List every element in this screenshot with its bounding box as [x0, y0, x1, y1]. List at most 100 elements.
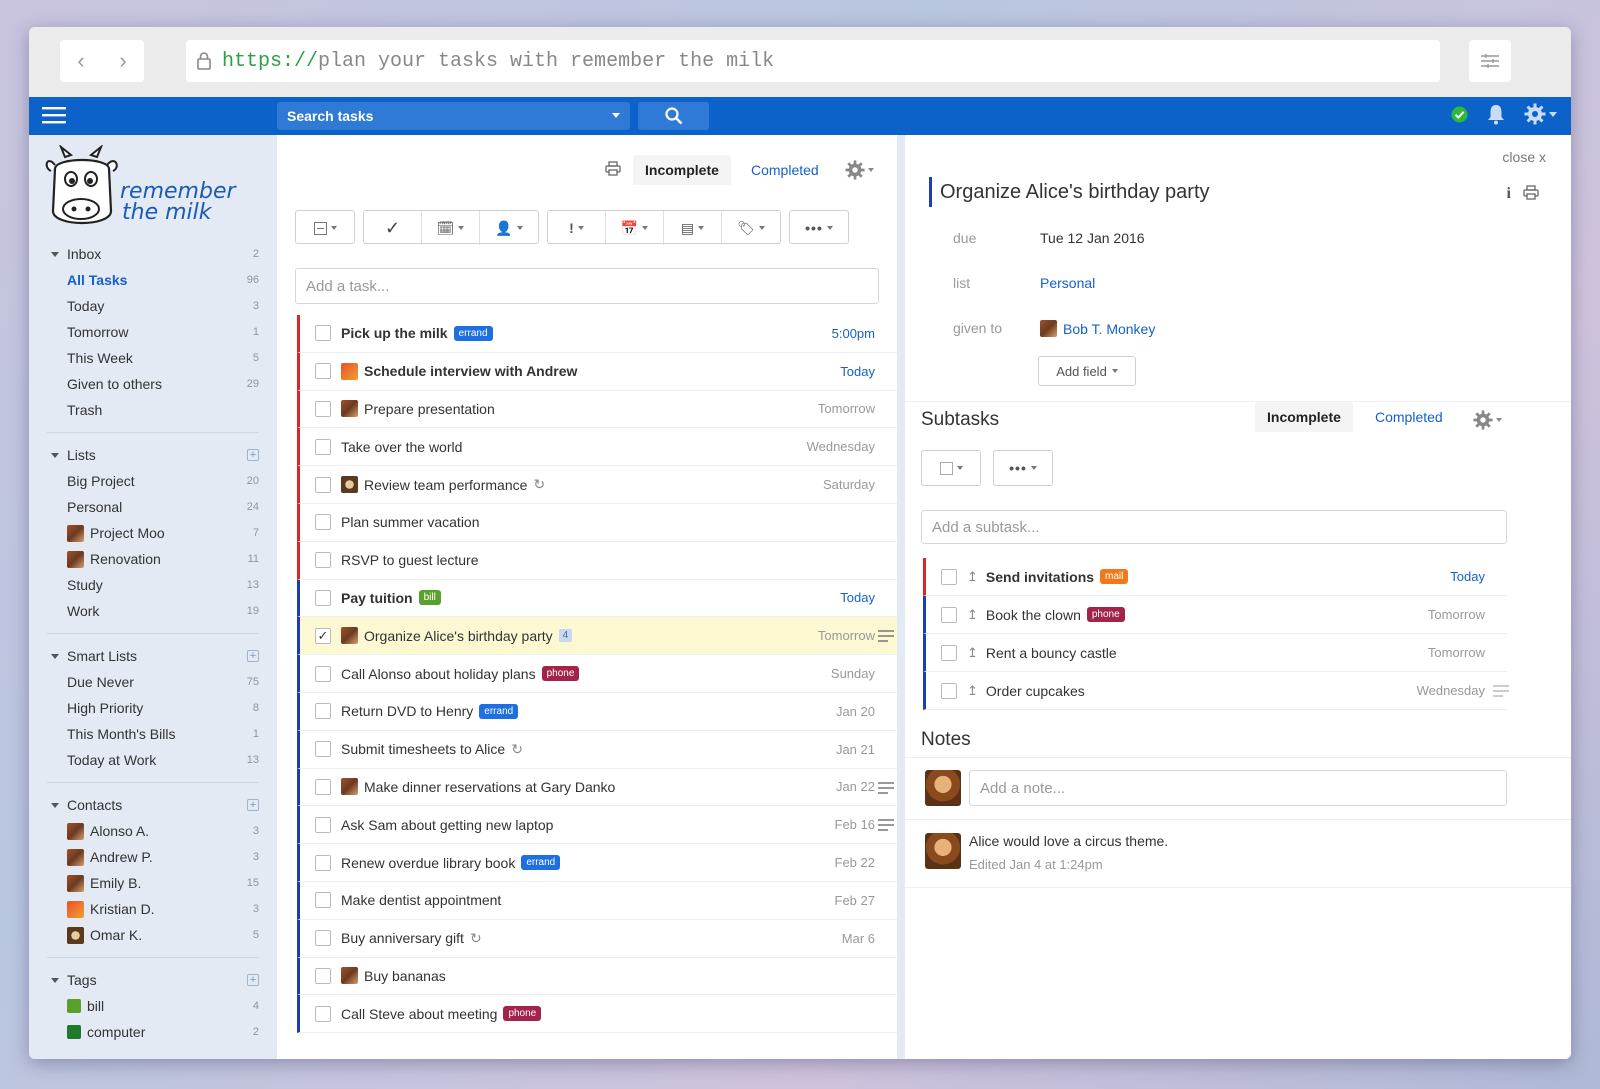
- task-tag[interactable]: errand: [521, 855, 561, 871]
- tab-completed[interactable]: Completed: [739, 155, 831, 185]
- forward-icon[interactable]: ›: [102, 40, 144, 82]
- sidebar-item-study[interactable]: Study 13: [47, 572, 259, 598]
- sidebar-item-personal[interactable]: Personal 24: [47, 494, 259, 520]
- add-task-input[interactable]: Add a task...: [295, 268, 879, 304]
- task-row[interactable]: Call Steve about meeting phone: [297, 995, 897, 1034]
- task-checkbox[interactable]: [315, 892, 331, 909]
- task-checkbox[interactable]: [315, 930, 331, 947]
- task-checkbox[interactable]: [315, 363, 331, 380]
- subtab-incomplete[interactable]: Incomplete: [1255, 402, 1353, 432]
- sidebar-item-contact-andrew[interactable]: Andrew P. 3: [47, 844, 259, 870]
- task-checkbox[interactable]: [315, 778, 331, 795]
- field-given-to[interactable]: given to Bob T. Monkey: [953, 320, 1155, 337]
- sidebar-item-project-moo[interactable]: Project Moo 7: [47, 520, 259, 546]
- task-checkbox[interactable]: [315, 400, 331, 417]
- subtask-row[interactable]: ↥ Send invitations mail Today: [923, 558, 1507, 596]
- add-subtask-input[interactable]: Add a subtask...: [921, 510, 1507, 544]
- task-tag[interactable]: errand: [453, 325, 493, 341]
- task-tag[interactable]: phone: [541, 666, 580, 682]
- task-row[interactable]: Pay tuition bill Today: [297, 579, 897, 618]
- subtask-row[interactable]: ↥ Rent a bouncy castle Tomorrow: [923, 634, 1507, 672]
- task-checkbox[interactable]: [315, 476, 331, 493]
- info-icon[interactable]: i: [1507, 185, 1511, 205]
- sidebar-item-contact-omar[interactable]: Omar K. 5: [47, 922, 259, 948]
- subtab-completed[interactable]: Completed: [1363, 402, 1455, 432]
- note-text[interactable]: Alice would love a circus theme.: [969, 833, 1168, 849]
- subtask-select-button[interactable]: [922, 451, 980, 485]
- task-row[interactable]: Review team performance ↻ Saturday: [297, 466, 897, 504]
- sidebar-item-big-project[interactable]: Big Project 20: [47, 468, 259, 494]
- browser-menu-button[interactable]: [1469, 40, 1511, 82]
- task-tag[interactable]: phone: [503, 1006, 542, 1022]
- task-row[interactable]: Call Alonso about holiday plans phone Sund…: [297, 655, 897, 693]
- sidebar-item-contact-emily[interactable]: Emily B. 15: [47, 870, 259, 896]
- sidebar-item-given-to-others[interactable]: Given to others 29: [47, 371, 259, 397]
- detail-title[interactable]: Organize Alice's birthday party: [929, 177, 1210, 207]
- task-row[interactable]: Make dinner reservations at Gary Danko Ja…: [297, 768, 897, 807]
- subtask-row[interactable]: ↥ Order cupcakes Wednesday: [923, 672, 1509, 710]
- subtask-row[interactable]: ↥ Book the clown phone Tomorrow: [923, 596, 1507, 634]
- section-tags[interactable]: Tags +: [47, 967, 259, 993]
- task-checkbox[interactable]: [315, 552, 331, 569]
- task-checkbox[interactable]: [315, 816, 331, 833]
- task-checkbox[interactable]: [315, 665, 331, 682]
- url-bar[interactable]: https://plan your tasks with remember th…: [186, 40, 1440, 82]
- due-date-button[interactable]: 📅: [606, 211, 664, 245]
- back-icon[interactable]: ‹: [60, 40, 102, 82]
- sidebar-item-high-priority[interactable]: High Priority 8: [47, 695, 259, 721]
- sidebar-item-this-week[interactable]: This Week 5: [47, 345, 259, 371]
- sidebar-item-all-tasks[interactable]: All Tasks 96: [47, 267, 259, 293]
- task-row[interactable]: RSVP to guest lecture: [297, 541, 897, 580]
- field-list[interactable]: list Personal: [953, 275, 1095, 291]
- section-inbox[interactable]: Inbox 2: [47, 241, 259, 267]
- task-row[interactable]: Schedule interview with Andrew Today: [297, 352, 897, 391]
- subtask-settings-gear-icon[interactable]: [1473, 410, 1502, 430]
- task-row[interactable]: Take over the world Wednesday: [297, 428, 897, 467]
- hamburger-menu-icon[interactable]: [42, 106, 66, 129]
- print-icon[interactable]: [1523, 185, 1539, 205]
- sidebar-item-this-months-bills[interactable]: This Month's Bills 1: [47, 721, 259, 747]
- move-to-list-button[interactable]: ▤: [664, 211, 722, 245]
- search-input[interactable]: Search tasks: [277, 102, 630, 130]
- section-smart-lists[interactable]: Smart Lists +: [47, 643, 259, 669]
- task-checkbox[interactable]: [315, 854, 331, 871]
- subtask-more-button[interactable]: •••: [994, 451, 1052, 485]
- add-note-input[interactable]: Add a note...: [969, 770, 1507, 806]
- sync-ok-icon[interactable]: [1451, 106, 1468, 123]
- bell-icon[interactable]: [1486, 103, 1506, 125]
- task-checkbox[interactable]: [315, 967, 331, 984]
- add-contact-icon[interactable]: +: [241, 799, 259, 811]
- list-settings-gear-icon[interactable]: [845, 160, 874, 180]
- task-checkbox[interactable]: [315, 741, 331, 758]
- search-button[interactable]: [638, 102, 709, 130]
- collapse-triangle-icon[interactable]: [51, 802, 59, 808]
- task-row[interactable]: Renew overdue library book errand Feb 22: [297, 844, 897, 882]
- subtask-checkbox[interactable]: [941, 644, 957, 661]
- tab-incomplete[interactable]: Incomplete: [633, 155, 731, 185]
- task-checkbox[interactable]: [315, 325, 331, 342]
- task-tag[interactable]: errand: [479, 703, 519, 719]
- sidebar-item-tag-computer[interactable]: computer 2: [47, 1019, 259, 1045]
- task-row[interactable]: Buy bananas: [297, 957, 897, 996]
- section-contacts[interactable]: Contacts +: [47, 792, 259, 818]
- sidebar-item-tomorrow[interactable]: Tomorrow 1: [47, 319, 259, 345]
- add-field-button[interactable]: Add field: [1038, 356, 1136, 386]
- subtask-tag[interactable]: phone: [1086, 607, 1125, 622]
- field-value-link[interactable]: Bob T. Monkey: [1063, 321, 1155, 337]
- task-row[interactable]: Plan summer vacation: [297, 503, 897, 542]
- collapse-triangle-icon[interactable]: [51, 653, 59, 659]
- task-checkbox[interactable]: [315, 589, 331, 606]
- add-smart-list-icon[interactable]: +: [241, 650, 259, 662]
- task-checkbox-checked[interactable]: ✓: [315, 627, 331, 644]
- tag-button[interactable]: 🏷: [722, 211, 780, 245]
- task-row-selected[interactable]: ✓ Organize Alice's birthday party 4 Tomorro…: [297, 617, 897, 656]
- field-value-link[interactable]: Personal: [1040, 275, 1095, 291]
- task-row[interactable]: Submit timesheets to Alice ↻ Jan 21: [297, 730, 897, 769]
- sidebar-item-tag-bill[interactable]: bill 4: [47, 993, 259, 1019]
- give-task-button[interactable]: 👤: [480, 211, 538, 245]
- sidebar-item-renovation[interactable]: Renovation 11: [47, 546, 259, 572]
- priority-button[interactable]: !: [548, 211, 606, 245]
- add-tag-icon[interactable]: +: [241, 974, 259, 986]
- sidebar-item-contact-kristian[interactable]: Kristian D. 3: [47, 896, 259, 922]
- task-row[interactable]: Prepare presentation Tomorrow: [297, 390, 897, 429]
